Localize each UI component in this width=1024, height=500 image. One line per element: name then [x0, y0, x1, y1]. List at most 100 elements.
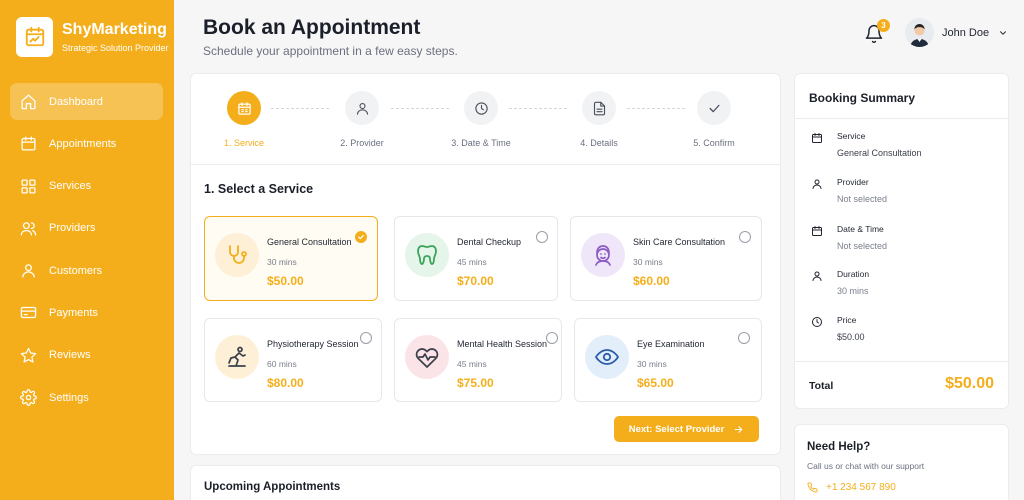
document-icon — [593, 101, 605, 115]
service-card-mental-health-session[interactable]: Mental Health Session 45 mins $75.00 — [394, 318, 562, 402]
arrow-right-icon — [735, 425, 743, 433]
support-phone: +1 234 567 890 — [826, 482, 896, 493]
booking-card: 1. Service 2. Provider 3. Date & Time 4.… — [190, 73, 781, 455]
service-duration: 30 mins — [633, 257, 663, 267]
service-price: $50.00 — [267, 274, 304, 288]
service-name: Skin Care Consultation — [633, 237, 726, 247]
tooth-icon — [405, 233, 449, 277]
brand[interactable]: ShyMarketing Strategic Solution Provider — [16, 17, 169, 57]
sidebar-item-label: Services — [49, 180, 92, 193]
summary-label: Provider — [837, 177, 869, 187]
calendar-icon — [812, 226, 822, 236]
section-title: 1. Select a Service — [204, 182, 314, 196]
phone-icon — [807, 482, 818, 493]
service-duration: 30 mins — [637, 359, 667, 369]
step-details[interactable]: 4. Details — [559, 91, 639, 148]
service-name: Mental Health Session — [457, 339, 548, 349]
sidebar-item-appointments[interactable]: Appointments — [10, 125, 163, 162]
user-icon — [22, 264, 35, 278]
page-title: Book an Appointment — [203, 16, 421, 39]
service-duration: 30 mins — [267, 257, 297, 267]
next-button-label: Next: Select Provider — [628, 423, 725, 435]
sidebar: ShyMarketing Strategic Solution Provider… — [0, 0, 174, 500]
step-label: 3. Date & Time — [451, 138, 511, 148]
brand-tagline: Strategic Solution Provider — [62, 43, 169, 53]
step-confirm[interactable]: 5. Confirm — [674, 91, 754, 148]
service-radio[interactable] — [536, 231, 548, 243]
avatar — [905, 18, 934, 47]
stethoscope-icon — [215, 233, 259, 277]
check-icon — [709, 104, 719, 112]
sidebar-item-label: Settings — [49, 391, 89, 404]
user-menu[interactable]: John Doe — [905, 18, 1008, 47]
summary-value: Not selected — [837, 241, 888, 251]
next-select-provider-button[interactable]: Next: Select Provider — [614, 416, 759, 442]
heart-pulse-icon — [405, 335, 449, 379]
service-radio[interactable] — [546, 332, 558, 344]
home-icon — [21, 94, 36, 110]
summary-value: General Consultation — [837, 148, 922, 158]
step-provider[interactable]: 2. Provider — [322, 91, 402, 148]
face-icon — [581, 233, 625, 277]
calendar-icon — [237, 101, 251, 115]
divider — [795, 361, 1008, 362]
summary-value: Not selected — [837, 194, 888, 204]
service-card-skin-care-consultation[interactable]: Skin Care Consultation 30 mins $60.00 — [570, 216, 762, 301]
service-card-dental-checkup[interactable]: Dental Checkup 45 mins $70.00 — [394, 216, 558, 301]
sidebar-item-label: Appointments — [49, 137, 117, 150]
sidebar-item-settings[interactable]: Settings — [10, 379, 163, 416]
service-price: $75.00 — [457, 376, 494, 390]
help-card: Need Help? Call us or chat with our supp… — [794, 424, 1009, 500]
step-label: 5. Confirm — [693, 138, 735, 148]
sidebar-item-reviews[interactable]: Reviews — [10, 337, 163, 374]
service-radio[interactable] — [738, 332, 750, 344]
physio-icon — [215, 335, 259, 379]
sidebar-item-label: Customers — [49, 264, 103, 277]
sidebar-item-label: Payments — [49, 306, 98, 319]
sidebar-item-label: Providers — [49, 222, 96, 235]
card-icon — [20, 307, 37, 319]
service-card-general-consultation[interactable]: General Consultation 30 mins $50.00 — [204, 216, 378, 301]
step-service[interactable]: 1. Service — [204, 91, 284, 148]
service-price: $80.00 — [267, 376, 304, 390]
service-name: Physiotherapy Session — [267, 339, 359, 349]
summary-label: Date & Time — [837, 224, 884, 234]
user-icon — [812, 179, 822, 189]
user-icon — [812, 271, 822, 281]
clock-icon — [474, 101, 488, 115]
sidebar-item-services[interactable]: Services — [10, 168, 163, 205]
calendar-icon — [21, 136, 36, 151]
summary-label: Service — [837, 131, 866, 141]
brand-logo-icon — [16, 17, 53, 57]
service-radio-checked[interactable] — [355, 231, 367, 243]
sidebar-item-payments[interactable]: Payments — [10, 294, 163, 331]
service-card-eye-examination[interactable]: Eye Examination 30 mins $65.00 — [574, 318, 762, 402]
summary-title: Booking Summary — [809, 91, 916, 105]
booking-summary: Booking Summary Service General Consulta… — [794, 73, 1009, 409]
sidebar-item-providers[interactable]: Providers — [10, 210, 163, 247]
star-icon — [20, 347, 37, 363]
summary-value: $50.00 — [837, 332, 865, 342]
grid-icon — [21, 179, 36, 194]
service-name: Dental Checkup — [457, 237, 522, 247]
service-radio[interactable] — [360, 332, 372, 344]
service-price: $60.00 — [633, 274, 670, 288]
eye-icon — [585, 335, 629, 379]
sidebar-item-dashboard[interactable]: Dashboard — [10, 83, 163, 120]
sidebar-item-label: Reviews — [49, 349, 91, 362]
sidebar-item-customers[interactable]: Customers — [10, 252, 163, 289]
support-phone-link[interactable]: +1 234 567 890 — [807, 482, 896, 493]
service-radio[interactable] — [739, 231, 751, 243]
user-name: John Doe — [942, 26, 990, 39]
service-duration: 45 mins — [457, 257, 487, 267]
total-value: $50.00 — [945, 375, 994, 392]
service-name: General Consultation — [267, 237, 352, 247]
summary-value: 30 mins — [837, 286, 869, 296]
step-date-time[interactable]: 3. Date & Time — [441, 91, 521, 148]
total-label: Total — [809, 380, 834, 392]
sidebar-nav: Dashboard Appointments Services Provider… — [10, 83, 163, 421]
service-card-physiotherapy-session[interactable]: Physiotherapy Session 60 mins $80.00 — [204, 318, 382, 402]
service-name: Eye Examination — [637, 339, 705, 349]
service-duration: 45 mins — [457, 359, 487, 369]
divider — [795, 118, 1008, 119]
